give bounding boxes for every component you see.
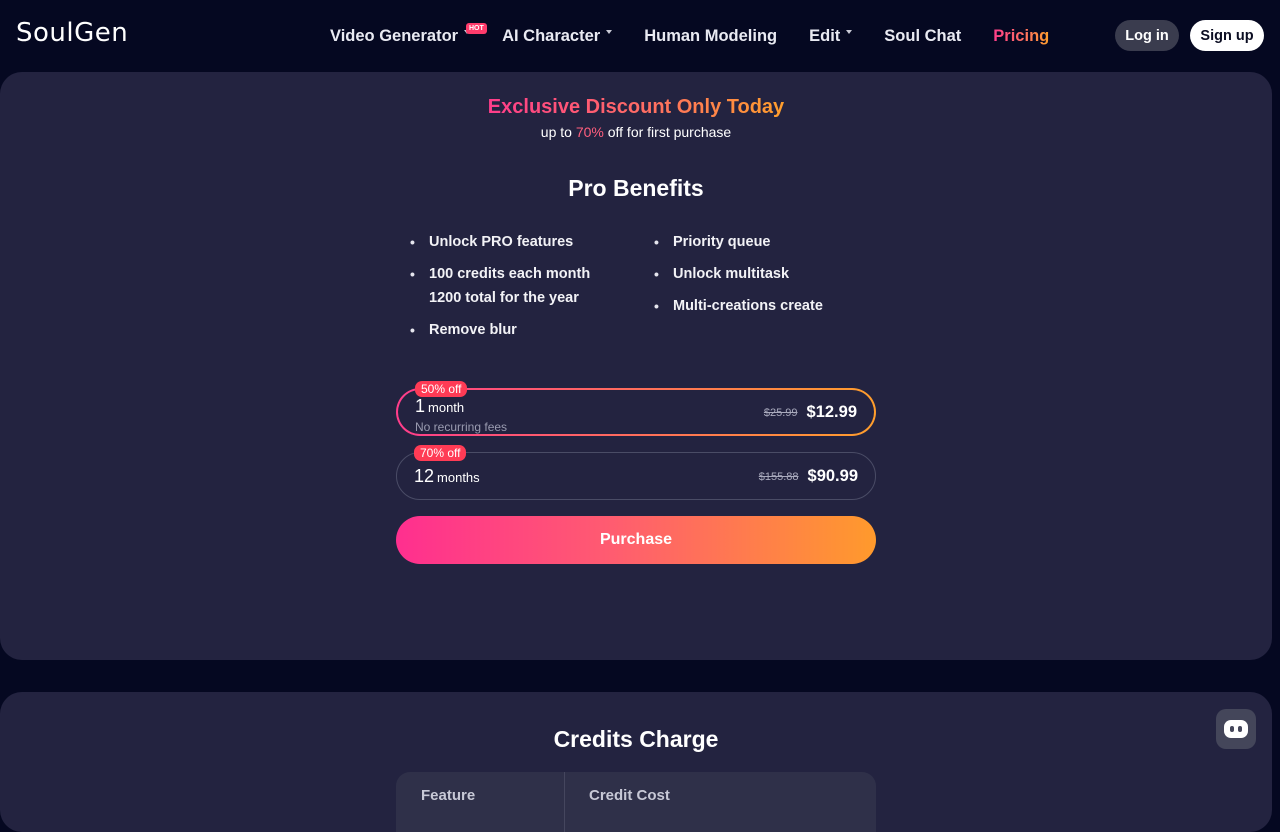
bullet-icon: • bbox=[654, 298, 659, 314]
plan-period: 12 months bbox=[414, 466, 480, 487]
bullet-icon: • bbox=[654, 266, 659, 282]
nav-human-modeling-label: Human Modeling bbox=[644, 26, 778, 45]
benefit-text: Unlock multitask bbox=[673, 266, 790, 282]
soulgen-logo[interactable]: SoulGen bbox=[16, 18, 128, 48]
benefits-list-left: • Unlock PRO features • 100 credits each… bbox=[410, 230, 640, 350]
nav-edit-label: Edit bbox=[809, 26, 841, 45]
top-header: SoulGen Video Generator HOT AI Character… bbox=[0, 0, 1280, 72]
plan-option-1-month[interactable]: 50% off 1 month No recurring fees $25.99 … bbox=[396, 381, 876, 436]
promo-subtitle-prefix: up to bbox=[540, 124, 572, 140]
chat-bot-icon bbox=[1224, 720, 1248, 738]
table-header-credit-cost: Credit Cost bbox=[589, 787, 670, 804]
original-price: $155.88 bbox=[758, 470, 799, 483]
table-header-feature: Feature bbox=[421, 787, 476, 804]
nav-soul-chat[interactable]: Soul Chat bbox=[884, 27, 961, 46]
promo-title: Exclusive Discount Only Today bbox=[0, 96, 1272, 119]
discounted-price: $90.99 bbox=[807, 467, 858, 485]
benefit-text: Priority queue bbox=[673, 234, 771, 250]
plan-period: 1 month bbox=[415, 396, 464, 417]
plan-period-unit: months bbox=[437, 470, 480, 485]
benefits-title: Pro Benefits bbox=[568, 175, 704, 201]
column-divider bbox=[564, 772, 565, 832]
plan-period-number: 1 bbox=[415, 396, 426, 416]
chevron-down-icon bbox=[846, 30, 853, 34]
nav-pricing[interactable]: Pricing bbox=[993, 27, 1049, 46]
login-button[interactable]: Log in bbox=[1115, 20, 1179, 51]
plan-period-unit: month bbox=[428, 400, 465, 415]
benefit-item: • Unlock multitask bbox=[654, 262, 884, 286]
bullet-icon: • bbox=[654, 234, 659, 250]
hot-badge: HOT bbox=[466, 22, 487, 34]
benefit-item: • Priority queue bbox=[654, 230, 884, 254]
chevron-down-icon bbox=[606, 30, 613, 34]
bullet-icon: • bbox=[410, 266, 415, 282]
signup-button[interactable]: Sign up bbox=[1190, 20, 1264, 51]
nav-edit[interactable]: Edit bbox=[809, 26, 853, 46]
nav-pricing-label: Pricing bbox=[993, 26, 1050, 45]
nav-video-generator-label: Video Generator bbox=[330, 26, 459, 45]
discount-badge: 50% off bbox=[415, 381, 468, 397]
main-nav: Video Generator HOT AI Character Human M… bbox=[330, 22, 1081, 47]
plan-period-number: 12 bbox=[414, 466, 435, 486]
benefit-text: 100 credits each month bbox=[429, 266, 591, 282]
chat-widget-button[interactable] bbox=[1216, 709, 1256, 749]
plan-option-body: 50% off 1 month No recurring fees $25.99 … bbox=[398, 381, 874, 434]
bullet-icon: • bbox=[410, 234, 415, 250]
credits-title: Credits Charge bbox=[553, 726, 719, 752]
nav-video-generator[interactable]: Video Generator HOT bbox=[330, 22, 487, 46]
benefit-item: • Multi-creations create bbox=[654, 294, 884, 318]
discounted-price: $12.99 bbox=[806, 403, 857, 421]
promo-subtitle-suffix: off for first purchase bbox=[607, 124, 732, 140]
benefit-text-line2: 1200 total for the year bbox=[429, 290, 579, 306]
benefit-item: • Remove blur bbox=[410, 318, 640, 342]
discount-badge: 70% off bbox=[414, 445, 467, 461]
benefit-item: • Unlock PRO features bbox=[410, 230, 640, 254]
nav-ai-character-label: AI Character bbox=[502, 26, 601, 45]
promo-subtitle-percent: 70% bbox=[575, 124, 604, 140]
pricing-card: Exclusive Discount Only Today up to 70% … bbox=[0, 72, 1272, 660]
credits-table: Feature Credit Cost bbox=[396, 772, 876, 832]
nav-human-modeling[interactable]: Human Modeling bbox=[644, 27, 777, 46]
promo-subtitle: up to 70% off for first purchase bbox=[0, 124, 1272, 140]
benefit-text: Multi-creations create bbox=[673, 298, 823, 314]
benefit-text: Remove blur bbox=[429, 322, 517, 338]
purchase-button[interactable]: Purchase bbox=[396, 516, 876, 564]
nav-ai-character[interactable]: AI Character bbox=[502, 26, 613, 46]
original-price: $25.99 bbox=[763, 406, 798, 419]
plan-prices: $25.99 $12.99 bbox=[764, 403, 857, 422]
credits-card: Credits Charge Feature Credit Cost bbox=[0, 692, 1272, 832]
bullet-icon: • bbox=[410, 322, 415, 338]
benefit-item: • 100 credits each month 1200 total for … bbox=[410, 262, 640, 310]
plan-prices: $155.88 $90.99 bbox=[759, 467, 858, 486]
nav-soul-chat-label: Soul Chat bbox=[884, 26, 962, 45]
plan-option-12-months[interactable]: 70% off 12 months $155.88 $90.99 bbox=[396, 445, 876, 500]
benefits-list-right: • Priority queue • Unlock multitask • Mu… bbox=[654, 230, 884, 326]
plan-note: No recurring fees bbox=[415, 420, 508, 434]
promo-title-text: Exclusive Discount Only Today bbox=[487, 96, 785, 118]
benefit-text: Unlock PRO features bbox=[429, 234, 574, 250]
